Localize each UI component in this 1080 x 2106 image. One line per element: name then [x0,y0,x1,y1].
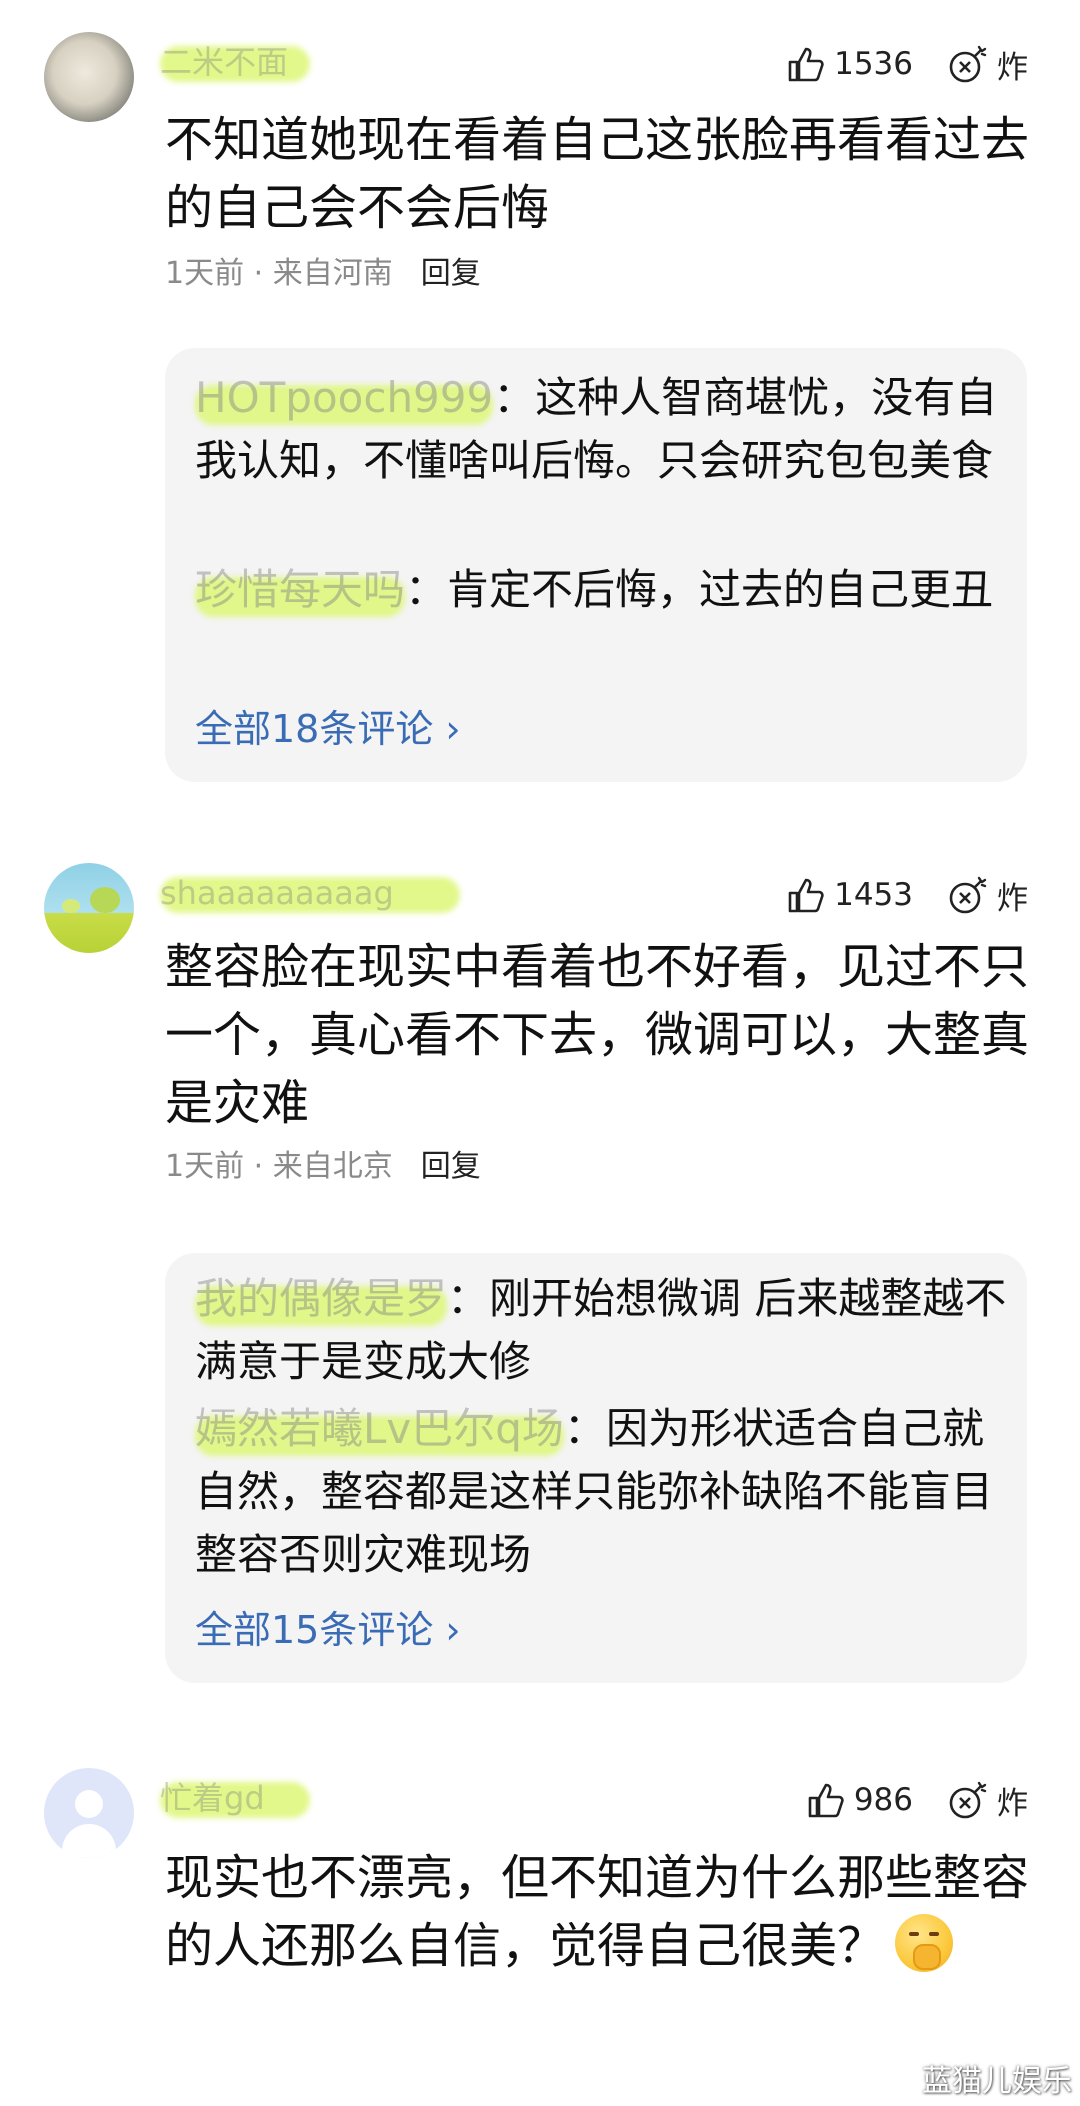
avatar[interactable] [44,1768,134,1858]
bomb-label[interactable]: 炸 [997,873,1028,918]
comment-text: 不知道她现在看着自己这张脸再看看过去的自己会不会后悔 [165,112,1030,236]
avatar[interactable] [44,863,134,953]
reply-item[interactable]: HOTpooch999：这种人智商堪忧，没有自我认知，不懂啥叫后悔。只会研究包包… [195,366,1007,492]
reply-text: ：肯定不后悔，过去的自己更丑 [405,565,994,614]
comment-item: 二米不面 1536 炸 不知道她现在看着自己这张脸再看看过去的自己会不会后悔 1… [0,32,1080,792]
reply-preview-box[interactable]: HOTpooch999：这种人智商堪忧，没有自我认知，不懂啥叫后悔。只会研究包包… [165,348,1027,782]
reply-author[interactable]: 我的偶像是罗 [195,1274,447,1323]
avatar[interactable] [44,32,134,122]
bomb-label[interactable]: 炸 [997,1778,1028,1823]
reply-button[interactable]: 回复 [421,256,481,291]
comment-item: shaaaaaaaaag 1453 炸 整容脸在现实中看着也不好看，见过不只一个… [0,863,1080,1703]
reply-item[interactable]: 珍惜每天吗：肯定不后悔，过去的自己更丑 [195,558,1007,621]
like-count: 1453 [834,877,913,913]
like-count: 986 [853,1782,913,1818]
like-count: 1536 [834,46,913,82]
bomb-icon[interactable] [947,874,989,916]
thumbs-up-icon[interactable] [786,44,826,84]
reply-author[interactable]: HOTpooch999 [195,373,493,422]
comment-text: 整容脸在现实中看着也不好看，见过不只一个，真心看不下去，微调可以，大整真是灾难 [165,939,1030,1131]
bomb-icon[interactable] [947,1779,989,1821]
bomb-icon[interactable] [947,43,989,85]
reply-item[interactable]: 嫣然若曦Lv巴尔q场：因为形状适合自己就自然，整容都是这样只能弥补缺陷不能盲目整… [195,1397,1007,1586]
comment-meta: 1天前 · 来自河南 回复 [165,256,481,291]
reply-preview-box[interactable]: 我的偶像是罗：刚开始想微调 后来越整越不满意于是变成大修 嫣然若曦Lv巴尔q场：… [165,1253,1027,1683]
reply-button[interactable]: 回复 [421,1149,481,1184]
hand-over-mouth-emoji-icon [895,1914,954,1972]
reply-author[interactable]: 珍惜每天吗 [195,565,405,614]
reply-author[interactable]: 嫣然若曦Lv巴尔q场 [195,1404,564,1453]
username[interactable]: 忙着gd [160,1776,310,1820]
reply-item[interactable]: 我的偶像是罗：刚开始想微调 后来越整越不满意于是变成大修 [195,1267,1007,1393]
view-all-replies-link[interactable]: 全部15条评论 › [195,1603,461,1657]
comment-text: 现实也不漂亮，但不知道为什么那些整容的人还那么自信，觉得自己很美？ [165,1850,1030,1974]
comment-item: 忙着gd 986 炸 现实也不漂亮，但不知道为什么那些整容的人还那么自信，觉得自… [0,1768,1080,2106]
bomb-label[interactable]: 炸 [997,42,1028,87]
thumbs-up-icon[interactable] [806,1780,846,1820]
comment-meta: 1天前 · 来自北京 回复 [165,1149,481,1184]
view-all-replies-link[interactable]: 全部18条评论 › [195,702,461,756]
thumbs-up-icon[interactable] [786,875,826,915]
watermark: 蓝猫儿娱乐 [922,2064,1072,2099]
username[interactable]: 二米不面 [160,40,310,84]
username[interactable]: shaaaaaaaaag [160,871,460,915]
